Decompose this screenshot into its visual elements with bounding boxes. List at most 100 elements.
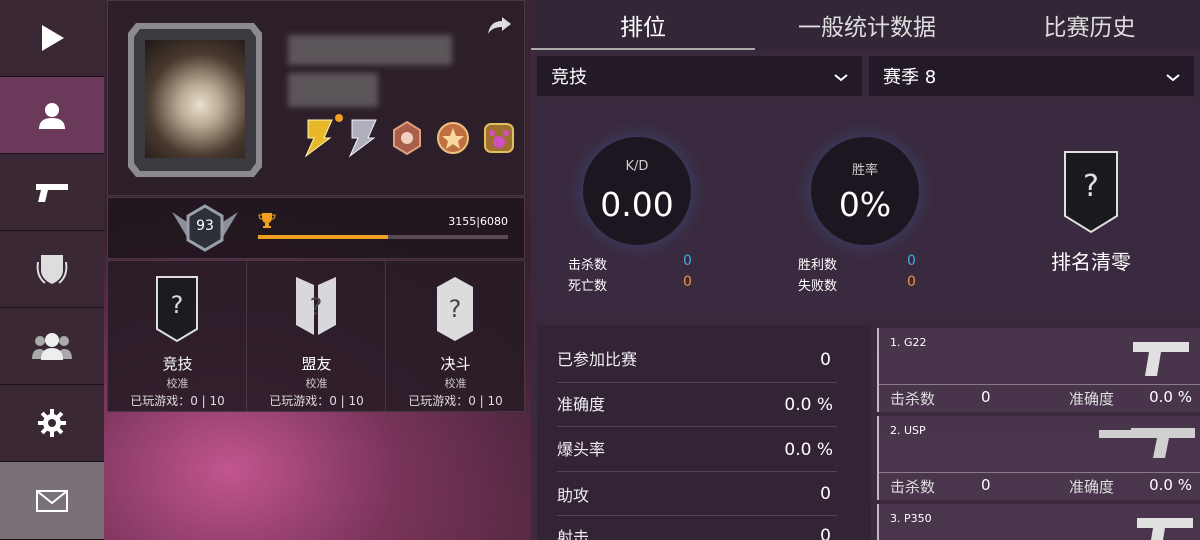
deaths-value: 0 bbox=[683, 274, 692, 290]
mode-card-played: 已玩游戏：0 | 10 bbox=[269, 394, 364, 408]
kd-circle: K/D 0.00 bbox=[583, 137, 691, 245]
mode-card-played: 已玩游戏：0 | 10 bbox=[408, 394, 503, 408]
divider bbox=[879, 472, 1200, 473]
weapon-card[interactable]: 3. P350 bbox=[877, 504, 1200, 540]
season-dropdown[interactable]: 赛季 8 bbox=[869, 56, 1194, 96]
stat-value: 0.0 % bbox=[784, 395, 833, 415]
weapon-kills-value: 0 bbox=[981, 388, 991, 406]
tab-bar: 排位 一般统计数据 比赛历史 bbox=[531, 0, 1200, 50]
weapon-accuracy-value: 0.0 % bbox=[1149, 476, 1192, 494]
deaths-label: 死亡数 bbox=[568, 279, 608, 294]
mode-cards: ? 竞技 校准 已玩游戏：0 | 10 ? 盟友 校准 已玩游戏：0 | 10 … bbox=[107, 260, 525, 412]
trophy-icon bbox=[258, 213, 276, 228]
sidebar bbox=[0, 0, 104, 540]
svg-text:?: ? bbox=[310, 293, 323, 321]
kd-label: K/D bbox=[625, 159, 649, 174]
divider bbox=[557, 382, 837, 383]
sidebar-friends[interactable] bbox=[0, 308, 104, 385]
mode-card-status: 校准 bbox=[166, 377, 189, 390]
divider bbox=[879, 384, 1200, 385]
svg-text:?: ? bbox=[171, 291, 184, 319]
weapon-name: 1. G22 bbox=[890, 336, 927, 349]
shield-icon bbox=[36, 255, 68, 284]
avatar[interactable] bbox=[145, 40, 245, 158]
stat-label: 助攻 bbox=[557, 486, 590, 505]
mode-card-duel[interactable]: ? 决斗 校准 已玩游戏：0 | 10 bbox=[386, 261, 525, 411]
sidebar-mail[interactable] bbox=[0, 462, 104, 540]
tab-general-stats[interactable]: 一般统计数据 bbox=[755, 0, 979, 50]
user-icon bbox=[39, 103, 65, 129]
stats-panel: 排位 一般统计数据 比赛历史 竞技 赛季 8 K/D 0.00 击杀数 0 死亡… bbox=[531, 0, 1200, 540]
xp-text: 3155|6080 bbox=[448, 215, 508, 228]
gold-medal-icon bbox=[304, 119, 333, 158]
weapon-card[interactable]: 1. G22 击杀数 0 准确度 0.0 % bbox=[877, 328, 1200, 412]
mode-card-competitive[interactable]: ? 竞技 校准 已玩游戏：0 | 10 bbox=[108, 261, 247, 411]
rank-reset-label: 排名清零 bbox=[1051, 250, 1131, 274]
weapon-accuracy-label: 准确度 bbox=[1069, 478, 1115, 496]
stat-label: 准确度 bbox=[557, 395, 606, 414]
friends-icon bbox=[32, 333, 72, 360]
tab-match-history[interactable]: 比赛历史 bbox=[979, 0, 1200, 50]
mail-icon bbox=[36, 489, 68, 512]
player-tag-redacted bbox=[288, 73, 378, 107]
losses-label: 失败数 bbox=[798, 279, 838, 294]
paw-badge-icon bbox=[484, 123, 514, 153]
mode-dropdown[interactable]: 竞技 bbox=[537, 56, 862, 96]
divider bbox=[557, 515, 837, 516]
mode-card-allies[interactable]: ? 盟友 校准 已玩游戏：0 | 10 bbox=[247, 261, 386, 411]
gear-icon bbox=[38, 409, 66, 437]
rank-badge-wing-icon: ? bbox=[296, 277, 336, 335]
player-name-redacted bbox=[288, 35, 452, 65]
pistol-icon bbox=[1133, 342, 1189, 376]
tab-ranked[interactable]: 排位 bbox=[531, 0, 755, 50]
winrate-label: 胜率 bbox=[851, 163, 878, 178]
xp-progress-fill bbox=[258, 235, 388, 239]
silenced-pistol-icon bbox=[1099, 428, 1195, 458]
svg-text:?: ? bbox=[449, 295, 462, 323]
chevron-down-icon bbox=[834, 74, 848, 82]
rank-badge-icon: ? bbox=[156, 276, 198, 343]
level-number: 93 bbox=[196, 218, 214, 234]
xp-progress-bar bbox=[258, 235, 508, 239]
mode-card-title: 决斗 bbox=[440, 355, 471, 373]
mode-card-status: 校准 bbox=[305, 377, 328, 390]
kills-value: 0 bbox=[683, 253, 692, 269]
weapon-card[interactable]: 2. USP 击杀数 0 准确度 0.0 % bbox=[877, 416, 1200, 500]
tab-active-indicator bbox=[531, 48, 755, 50]
chevron-down-icon bbox=[1166, 74, 1180, 82]
share-icon[interactable] bbox=[486, 15, 512, 35]
pistol-icon bbox=[36, 184, 68, 202]
rank-reset-badge-icon: ? bbox=[1064, 151, 1118, 234]
kills-label: 击杀数 bbox=[568, 258, 608, 273]
stat-value: 0 bbox=[820, 350, 831, 370]
mode-card-status: 校准 bbox=[444, 377, 467, 390]
wins-value: 0 bbox=[907, 253, 916, 269]
sidebar-play[interactable] bbox=[0, 0, 104, 77]
winrate-value: 0% bbox=[838, 185, 892, 224]
stat-value: 0.0 % bbox=[784, 440, 833, 460]
mode-card-title: 竞技 bbox=[162, 355, 193, 373]
weapon-name: 2. USP bbox=[890, 424, 926, 437]
sidebar-profile[interactable] bbox=[0, 77, 104, 154]
play-icon bbox=[42, 25, 64, 51]
sidebar-settings[interactable] bbox=[0, 385, 104, 462]
svg-text:?: ? bbox=[1083, 169, 1099, 204]
stat-value: 0 bbox=[820, 526, 831, 540]
sidebar-achievements[interactable] bbox=[0, 231, 104, 308]
weapon-name: 3. P350 bbox=[890, 512, 932, 525]
star-badge-icon bbox=[437, 122, 469, 154]
stats-list: 已参加比赛 0 准确度 0.0 % 爆头率 0.0 % 助攻 0 射击 0 bbox=[537, 325, 871, 540]
bronze-badge-icon bbox=[393, 120, 421, 156]
weapon-accuracy-label: 准确度 bbox=[1069, 390, 1115, 408]
weapon-kills-label: 击杀数 bbox=[890, 390, 936, 408]
rank-badge-hex-icon: ? bbox=[437, 277, 473, 341]
level-row: 93 3155|6080 bbox=[107, 197, 525, 259]
stat-label: 爆头率 bbox=[557, 440, 606, 459]
silver-medal-icon bbox=[348, 119, 377, 158]
notification-dot-icon bbox=[335, 114, 343, 122]
divider bbox=[557, 471, 837, 472]
sidebar-weapons[interactable] bbox=[0, 154, 104, 231]
stat-value: 0 bbox=[820, 484, 831, 504]
stat-label: 射击 bbox=[557, 528, 590, 540]
profile-panel bbox=[107, 0, 525, 196]
